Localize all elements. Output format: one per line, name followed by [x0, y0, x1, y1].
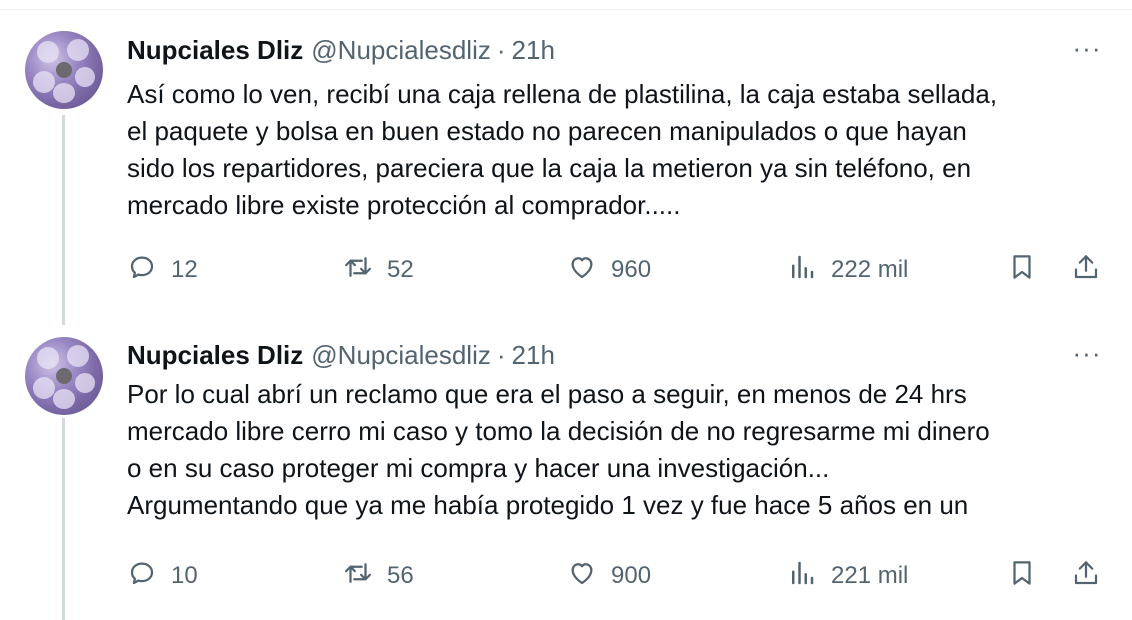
- bookmark-button[interactable]: [1007, 556, 1037, 596]
- tweet-text-line: Argumentando que ya me había protegido 1…: [127, 490, 969, 520]
- thread-line: [62, 115, 65, 325]
- tweet-text: Por lo cual abrí un reclamo que era el p…: [127, 376, 1117, 524]
- tweet-text-line: Por lo cual abrí un reclamo que era el p…: [127, 379, 967, 409]
- tweet-actions: 12 52 960 222 mil: [127, 250, 1117, 290]
- views-chart-icon: [787, 558, 817, 595]
- tweet-text-line: o en su caso proteger mi compra y hacer …: [127, 453, 830, 483]
- like-button[interactable]: 960: [567, 250, 651, 290]
- tweet-header: Nupciales Dliz @Nupcialesdliz · 21h: [127, 338, 555, 372]
- like-count: 960: [611, 256, 652, 283]
- thread-line: [62, 418, 65, 620]
- like-count: 900: [611, 562, 652, 589]
- more-icon: ···: [1072, 32, 1102, 63]
- separator-dot: ·: [496, 34, 506, 65]
- repost-icon: [343, 558, 373, 595]
- repost-button[interactable]: 56: [343, 556, 414, 596]
- more-options-button[interactable]: ···: [1072, 338, 1102, 368]
- tweet-text-line: Así como lo ven, recibí una caja rellena…: [127, 79, 998, 109]
- repost-count: 52: [387, 256, 414, 283]
- views-button[interactable]: 221 mil: [787, 556, 908, 596]
- display-name[interactable]: Nupciales Dliz: [127, 340, 303, 371]
- reply-count: 12: [171, 256, 198, 283]
- reply-icon: [127, 252, 157, 289]
- repost-button[interactable]: 52: [343, 250, 414, 290]
- tweet[interactable]: Nupciales Dliz @Nupcialesdliz · 21h ··· …: [0, 305, 1132, 620]
- repost-count: 56: [387, 562, 414, 589]
- like-button[interactable]: 900: [567, 556, 651, 596]
- tweet-text-line: mercado libre existe protección al compr…: [127, 190, 681, 220]
- more-icon: ···: [1072, 337, 1102, 368]
- user-handle[interactable]: @Nupcialesdliz: [311, 340, 491, 371]
- separator-dot: ·: [496, 339, 506, 370]
- user-handle[interactable]: @Nupcialesdliz: [311, 35, 491, 66]
- bookmark-button[interactable]: [1007, 250, 1037, 290]
- share-icon: [1071, 558, 1101, 595]
- avatar[interactable]: [25, 31, 103, 109]
- share-button[interactable]: [1071, 556, 1101, 596]
- views-button[interactable]: 222 mil: [787, 250, 908, 290]
- tweet-header: Nupciales Dliz @Nupcialesdliz · 21h: [127, 33, 555, 67]
- views-count: 222 mil: [831, 256, 909, 283]
- views-count: 221 mil: [831, 562, 909, 589]
- display-name[interactable]: Nupciales Dliz: [127, 35, 303, 66]
- reply-button[interactable]: 10: [127, 556, 198, 596]
- reply-icon: [127, 558, 157, 595]
- tweet-text-line: sido los repartidores, pareciera que la …: [127, 153, 972, 183]
- share-button[interactable]: [1071, 250, 1101, 290]
- tweet-text: Así como lo ven, recibí una caja rellena…: [127, 76, 1117, 224]
- tweet-text-line: el paquete y bolsa en buen estado no par…: [127, 116, 967, 146]
- views-chart-icon: [787, 252, 817, 289]
- share-icon: [1071, 252, 1101, 289]
- heart-icon: [567, 252, 597, 289]
- reply-button[interactable]: 12: [127, 250, 198, 290]
- timestamp[interactable]: 21h: [512, 340, 555, 371]
- bookmark-icon: [1007, 558, 1037, 595]
- reply-count: 10: [171, 562, 198, 589]
- repost-icon: [343, 252, 373, 289]
- heart-icon: [567, 558, 597, 595]
- tweet-actions: 10 56 900 221 mil: [127, 556, 1117, 596]
- bookmark-icon: [1007, 252, 1037, 289]
- more-options-button[interactable]: ···: [1072, 33, 1102, 63]
- tweet[interactable]: Nupciales Dliz @Nupcialesdliz · 21h ··· …: [0, 0, 1132, 325]
- timestamp[interactable]: 21h: [512, 35, 555, 66]
- avatar[interactable]: [25, 337, 103, 415]
- tweet-text-line: mercado libre cerro mi caso y tomo la de…: [127, 416, 990, 446]
